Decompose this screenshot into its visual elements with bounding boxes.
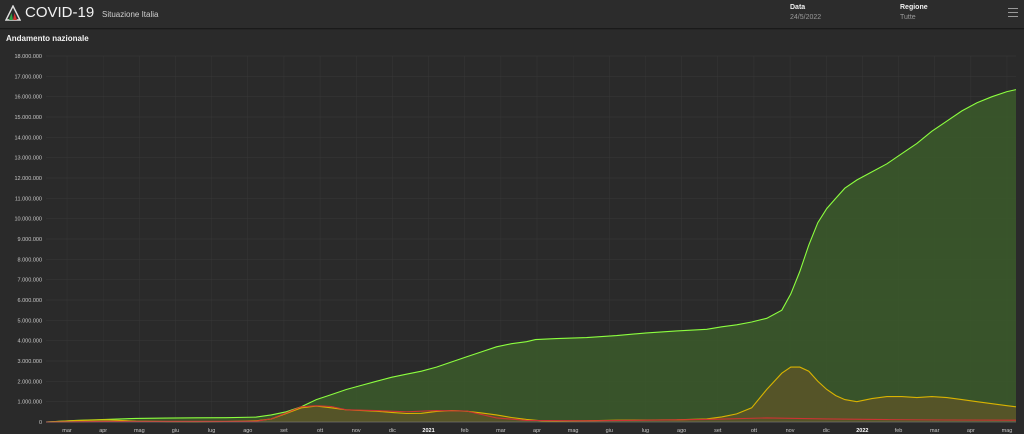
y-tick-label: 12.000.000 xyxy=(14,176,42,182)
x-tick-label: 2021 xyxy=(422,428,434,434)
y-tick-label: 11.000.000 xyxy=(15,196,42,202)
x-tick-label: nov xyxy=(352,428,361,434)
x-tick-label: mag xyxy=(134,428,145,434)
x-tick-label: feb xyxy=(895,428,903,434)
x-tick-label: ott xyxy=(751,428,758,434)
app-subtitle: Situazione Italia xyxy=(102,10,159,19)
x-tick-label: nov xyxy=(786,428,795,434)
y-tick-label: 9.000.000 xyxy=(18,237,42,243)
y-tick-label: 8.000.000 xyxy=(18,257,42,263)
date-selector[interactable]: Data 24/5/2022 xyxy=(790,4,821,21)
series-area-0 xyxy=(46,89,1016,422)
x-tick-label: ago xyxy=(677,428,686,434)
x-tick-label: ago xyxy=(243,428,252,434)
x-tick-label: apr xyxy=(967,428,975,434)
x-tick-label: mar xyxy=(496,428,506,434)
hamburger-menu-icon[interactable] xyxy=(1008,8,1018,18)
x-tick-label: mag xyxy=(568,428,579,434)
x-tick-label: dic xyxy=(389,428,396,434)
x-tick-label: giu xyxy=(172,428,179,434)
x-tick-label: apr xyxy=(99,428,107,434)
region-label: Regione xyxy=(900,4,928,11)
y-tick-label: 17.000.000 xyxy=(14,74,42,80)
x-tick-label: ott xyxy=(317,428,324,434)
x-tick-label: mar xyxy=(930,428,940,434)
y-tick-label: 1.000.000 xyxy=(18,400,42,406)
x-tick-label: set xyxy=(714,428,722,434)
y-tick-label: 5.000.000 xyxy=(18,318,42,324)
chart-panel: Andamento nazionale 0 1.000.000 2.000.000 3… xyxy=(0,30,1024,434)
x-tick-label: lug xyxy=(208,428,215,434)
y-tick-label: 16.000.000 xyxy=(14,95,42,101)
y-tick-label: 0 xyxy=(39,420,42,426)
x-tick-label: mag xyxy=(1002,428,1013,434)
y-tick-label: 4.000.000 xyxy=(18,339,42,345)
x-tick-label: giu xyxy=(606,428,613,434)
y-tick-label: 18.000.000 xyxy=(14,54,42,60)
region-value[interactable]: Tutte xyxy=(900,14,928,21)
x-tick-label: lug xyxy=(642,428,649,434)
y-tick-label: 2.000.000 xyxy=(18,379,42,385)
y-tick-label: 15.000.000 xyxy=(14,115,42,121)
date-label: Data xyxy=(790,4,806,11)
top-bar: COVID-19 Situazione Italia Data 24/5/202… xyxy=(0,0,1024,29)
region-selector[interactable]: Regione Tutte xyxy=(900,4,928,21)
x-tick-label: set xyxy=(280,428,288,434)
x-tick-label: feb xyxy=(461,428,469,434)
y-tick-label: 7.000.000 xyxy=(18,278,42,284)
y-tick-label: 14.000.000 xyxy=(14,135,42,141)
national-trend-chart: 0 1.000.000 2.000.000 3.000.000 4.000.000 5.0… xyxy=(14,54,1017,434)
x-tick-label: dic xyxy=(823,428,830,434)
italy-flag-logo-icon xyxy=(5,5,21,21)
x-tick-label: apr xyxy=(533,428,541,434)
y-tick-label: 6.000.000 xyxy=(18,298,42,304)
y-tick-label: 3.000.000 xyxy=(18,359,42,365)
y-tick-label: 10.000.000 xyxy=(14,217,42,223)
x-tick-label: 2022 xyxy=(856,428,868,434)
date-value[interactable]: 24/5/2022 xyxy=(790,14,821,21)
app-title: COVID-19 xyxy=(25,4,95,21)
x-tick-label: mar xyxy=(62,428,72,434)
y-tick-label: 13.000.000 xyxy=(14,156,42,162)
